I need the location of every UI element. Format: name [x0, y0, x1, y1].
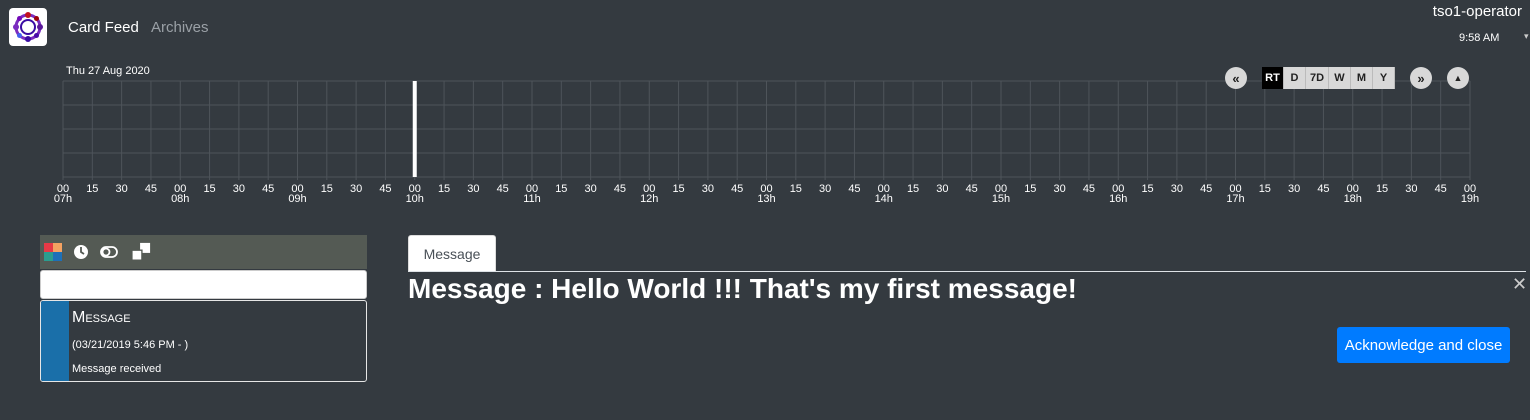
range-button-m[interactable]: M [1351, 67, 1373, 89]
card-detail-title: Message : Hello World !!! That's my firs… [408, 273, 1077, 304]
toggle-icon[interactable] [99, 242, 119, 262]
timeline-hour-label: 17h [1226, 193, 1244, 205]
timeline-minute-label: 15 [1259, 183, 1271, 195]
color-filter-icon[interactable] [43, 242, 63, 262]
double-chevron-right-icon: » [1417, 70, 1425, 86]
timeline-minute-label: 45 [966, 183, 978, 195]
timeline-minute-label: 15 [203, 183, 215, 195]
timeline-minute-label: 30 [585, 183, 597, 195]
nav-archives[interactable]: Archives [151, 19, 209, 36]
timeline-minute-label: 15 [907, 183, 919, 195]
timeline-minute-label: 15 [555, 183, 567, 195]
range-button-d[interactable]: D [1284, 67, 1306, 89]
timeline-minute-label: 30 [702, 183, 714, 195]
timeline-hour-label: 15h [992, 193, 1010, 205]
tab-message[interactable]: Message [408, 235, 496, 272]
logo-icon [13, 12, 43, 42]
timeline-minute-label: 30 [1288, 183, 1300, 195]
timeline-chart[interactable]: 0007h15 30 45 0008h15 30 45 0009h15 30 45 0010h15… [0, 75, 1530, 205]
timeline-hour-label: 13h [757, 193, 775, 205]
caret-up-icon: ▲ [1453, 73, 1463, 83]
range-button-7d[interactable]: 7D [1306, 67, 1329, 89]
timeline-minute-label: 30 [1171, 183, 1183, 195]
timeline-minute-label: 45 [1200, 183, 1212, 195]
timeline-minute-label: 30 [350, 183, 362, 195]
windows-icon[interactable] [131, 242, 151, 262]
timeline-minute-label: 15 [321, 183, 333, 195]
app-logo[interactable] [9, 8, 47, 46]
timeline-minute-label: 15 [438, 183, 450, 195]
double-chevron-left-icon: « [1232, 70, 1240, 86]
acknowledge-close-button[interactable]: Acknowledge and close [1337, 327, 1510, 363]
nav-card-feed[interactable]: Card Feed [68, 19, 139, 36]
range-button-w[interactable]: W [1329, 67, 1351, 89]
timeline-minute-label: 15 [1376, 183, 1388, 195]
timeline-hour-label: 14h [875, 193, 893, 205]
card-item[interactable]: Message (03/21/2019 5:46 PM - ) Message … [40, 300, 367, 382]
tab-divider [408, 271, 1526, 272]
timeline-minute-label: 45 [1435, 183, 1447, 195]
range-button-y[interactable]: Y [1373, 67, 1395, 89]
card-severity-bar [41, 301, 69, 381]
timeline-minute-label: 30 [467, 183, 479, 195]
clock-icon[interactable] [71, 242, 91, 262]
timeline-current-marker [412, 81, 417, 177]
timeline-minute-label: 45 [614, 183, 626, 195]
timeline-hour-label: 07h [54, 193, 72, 205]
range-button-rt[interactable]: RT [1262, 67, 1284, 89]
timeline-next-button[interactable]: » [1410, 67, 1432, 89]
card-date: (03/21/2019 5:46 PM - ) [72, 339, 189, 351]
timeline-minute-label: 45 [1083, 183, 1095, 195]
timeline-minute-label: 45 [379, 183, 391, 195]
card-summary: Message received [72, 363, 162, 375]
timeline-hour-label: 12h [640, 193, 658, 205]
timeline-minute-label: 15 [1024, 183, 1036, 195]
timeline-minute-label: 45 [145, 183, 157, 195]
timeline-minute-label: 45 [731, 183, 743, 195]
timeline-hour-label: 09h [288, 193, 306, 205]
feed-toolbar [40, 235, 367, 269]
timeline-minute-label: 30 [1405, 183, 1417, 195]
user-menu[interactable]: tso1-operator [1433, 3, 1522, 20]
close-icon[interactable]: ✕ [1512, 274, 1527, 295]
timeline-prev-button[interactable]: « [1225, 67, 1247, 89]
timeline-range-selector: RT D 7D W M Y [1262, 67, 1395, 89]
timeline-minute-label: 45 [848, 183, 860, 195]
timeline-minute-label: 45 [1317, 183, 1329, 195]
timeline-minute-label: 45 [497, 183, 509, 195]
card-title: Message [72, 309, 131, 326]
timeline-hour-label: 08h [171, 193, 189, 205]
feed-search-input[interactable] [40, 270, 367, 299]
timeline-hour-label: 10h [406, 193, 424, 205]
timeline-hour-label: 16h [1109, 193, 1127, 205]
chevron-down-icon[interactable]: ▾ [1524, 31, 1529, 42]
timeline-minute-label: 30 [116, 183, 128, 195]
tab-message-label: Message [423, 246, 481, 262]
timeline-minute-label: 30 [819, 183, 831, 195]
timeline-minute-label: 15 [86, 183, 98, 195]
timeline-hour-label: 11h [523, 193, 541, 205]
timeline-minute-label: 30 [1054, 183, 1066, 195]
timeline-minute-label: 30 [936, 183, 948, 195]
timeline-minute-label: 15 [1141, 183, 1153, 195]
timeline-minute-label: 45 [262, 183, 274, 195]
timeline-hour-label: 18h [1344, 193, 1362, 205]
current-time: 9:58 AM [1459, 32, 1500, 44]
timeline-collapse-button[interactable]: ▲ [1447, 67, 1469, 89]
timeline-hour-label: 19h [1461, 193, 1479, 205]
timeline-minute-label: 15 [790, 183, 802, 195]
timeline-minute-label: 30 [233, 183, 245, 195]
timeline-minute-label: 15 [672, 183, 684, 195]
